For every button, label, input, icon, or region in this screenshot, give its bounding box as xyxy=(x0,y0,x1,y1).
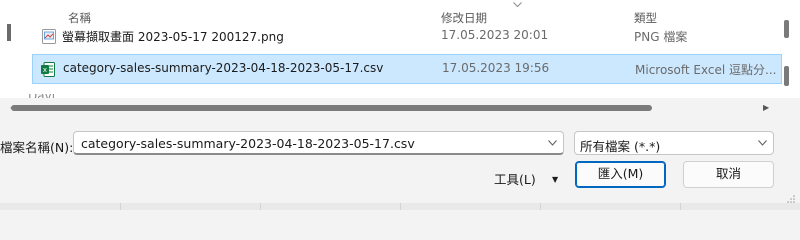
svg-text:x: x xyxy=(43,66,47,74)
file-modified: 17.05.2023 19:56 xyxy=(442,61,550,75)
file-name: 螢幕擷取畫面 2023-05-17 200127.png xyxy=(62,30,284,44)
file-type-filter[interactable]: 所有檔案 (*.*) xyxy=(574,131,774,155)
scroll-right-arrow-icon[interactable]: ▶ xyxy=(763,103,769,112)
file-row[interactable]: 螢幕擷取畫面 2023-05-17 200127.png 17.05.2023 … xyxy=(32,23,782,47)
horizontal-scrollbar[interactable]: ◀ ▶ xyxy=(0,100,800,114)
background-window-strip xyxy=(0,203,800,210)
chevron-down-icon xyxy=(758,140,767,146)
sort-chevron-icon xyxy=(513,2,522,7)
caret-down-icon: ▼ xyxy=(552,175,559,184)
excel-csv-icon: x xyxy=(41,62,55,77)
vertical-scroll-thumb[interactable] xyxy=(784,20,789,38)
cancel-button[interactable]: 取消 xyxy=(683,161,774,188)
file-type: Microsoft Excel 逗點分... xyxy=(635,63,777,77)
file-row-selected[interactable]: x category-sales-summary-2023-04-18-2023… xyxy=(32,54,782,84)
file-list[interactable]: 名稱 修改日期 類型 螢幕擷取畫面 2023-05-17 200127.png … xyxy=(0,0,800,98)
horizontal-scroll-thumb[interactable] xyxy=(11,105,652,111)
file-name-label: 檔案名稱(N): xyxy=(0,140,74,155)
file-modified: 17.05.2023 20:01 xyxy=(441,28,549,42)
file-row-partial[interactable]: Davi xyxy=(28,94,55,98)
file-type-filter-value: 所有檔案 (*.*) xyxy=(580,139,661,154)
import-button[interactable]: 匯入(M) xyxy=(575,161,666,188)
png-file-icon xyxy=(42,29,56,44)
tools-label: 工具(L) xyxy=(494,172,536,187)
file-name: category-sales-summary-2023-04-18-2023-0… xyxy=(63,61,384,75)
tools-menu-button[interactable]: 工具(L) ▼ xyxy=(494,167,564,187)
file-name-input[interactable]: category-sales-summary-2023-04-18-2023-0… xyxy=(73,131,564,155)
nav-pane-scroll-thumb[interactable] xyxy=(7,24,11,41)
file-name-value: category-sales-summary-2023-04-18-2023-0… xyxy=(81,136,415,151)
chevron-down-icon[interactable] xyxy=(548,140,557,146)
vertical-scroll-thumb-lower[interactable] xyxy=(784,66,789,86)
file-type: PNG 檔案 xyxy=(634,30,688,44)
